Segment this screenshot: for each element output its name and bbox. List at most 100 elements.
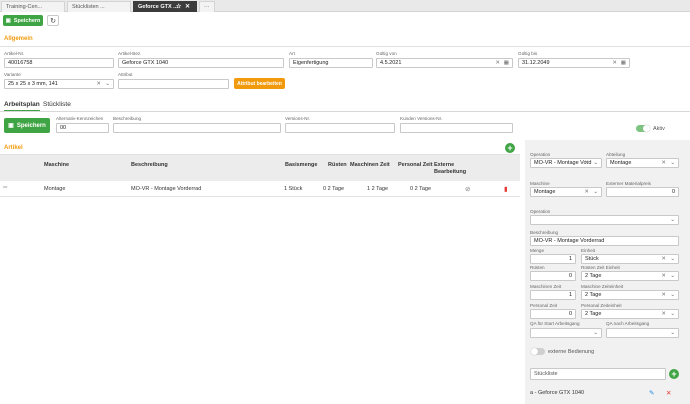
cell-maschinen-zeit: 1 2 Tage [367, 186, 389, 192]
chevron-down-icon[interactable]: ⌄ [670, 255, 675, 263]
clear-icon[interactable]: ✕ [612, 59, 617, 67]
chevron-down-icon[interactable]: ⌄ [670, 310, 675, 318]
clear-icon[interactable]: ✕ [584, 188, 589, 196]
field-value: 40016758 [8, 60, 33, 66]
artikel-nr-label: Artikel-Nr. [4, 51, 25, 56]
calendar-icon[interactable]: ▦ [504, 59, 509, 67]
more-label: ··· [204, 4, 210, 10]
attribut-label: Attribut [118, 72, 133, 77]
clear-icon[interactable]: ✕ [661, 255, 666, 263]
personal-zeiteinheit-select[interactable]: 2 Tage ✕ ⌄ [581, 309, 679, 319]
attribut-bearbeiten-button[interactable]: Attribut bearbeiten [234, 78, 285, 89]
beschreibung-label: Beschreibung [113, 116, 142, 121]
variante-label: Variante [4, 72, 21, 77]
star-icon[interactable]: ☆ [176, 2, 181, 12]
attribut-field[interactable] [118, 79, 229, 89]
versions-nr-field[interactable] [285, 123, 395, 133]
chevron-down-icon[interactable]: ⌄ [593, 159, 598, 167]
drag-handle-icon[interactable]: ═ [3, 185, 7, 191]
tab-training[interactable]: Training-Cen... [1, 1, 65, 12]
field-value: 2 Tage [585, 311, 602, 317]
field-value: 31.12.2049 [522, 60, 550, 66]
chevron-down-icon[interactable]: ⌄ [670, 291, 675, 299]
clear-icon[interactable]: ✕ [661, 291, 666, 299]
clear-icon[interactable]: ✕ [584, 159, 589, 167]
operation-select[interactable]: MO-VR - Montage Vord ✕ ⌄ [530, 158, 602, 168]
qa-start-select[interactable]: ⌄ [530, 328, 602, 338]
clear-icon[interactable]: ✕ [495, 59, 500, 67]
versions-nr-label: Versions-Nr. [285, 116, 311, 121]
personal-zeit-field[interactable]: 0 [530, 309, 576, 319]
toggle-knob [643, 125, 650, 132]
tab-geforce[interactable]: Geforce GTX ... ☆ ✕ [133, 1, 197, 12]
refresh-button[interactable]: ↻ [47, 15, 59, 26]
abteilung-select[interactable]: Montage ✕ ⌄ [606, 158, 679, 168]
art-label: Art [289, 51, 295, 56]
externe-bedienung-label: externe Bedienung [548, 349, 595, 355]
externe-bedienung-toggle[interactable] [531, 348, 545, 355]
operation2-label: Operation [530, 209, 551, 214]
art-field[interactable]: Eigenfertigung [289, 58, 373, 68]
menge-field[interactable]: 1 [530, 254, 576, 264]
ruesten-field[interactable]: 0 [530, 271, 576, 281]
artikel-nr-field[interactable]: 40016758 [4, 58, 114, 68]
refresh-icon: ↻ [50, 17, 56, 25]
clear-icon[interactable]: ✕ [661, 272, 666, 280]
qa-nach-label: QA nach Arbeitsgang [606, 321, 650, 326]
ban-icon[interactable]: ⊘ [465, 185, 470, 193]
chevron-down-icon[interactable]: ⌄ [593, 188, 598, 196]
table-row[interactable] [0, 181, 520, 197]
close-icon[interactable]: ✕ [185, 2, 190, 12]
clear-icon[interactable]: ✕ [661, 310, 666, 318]
col-externe-bearbeitung: Externe Bearbeitung [434, 162, 467, 175]
trash-icon[interactable]: ▮ [504, 185, 508, 193]
chevron-down-icon[interactable]: ⌄ [670, 272, 675, 280]
ruesten-zeit-einheit-select[interactable]: 2 Tage ✕ ⌄ [581, 271, 679, 281]
save-button[interactable]: ▣ Speichern [3, 15, 43, 26]
field-value: Montage [534, 189, 556, 195]
tab-more-button[interactable]: ··· [199, 1, 215, 12]
arbeitsplan-save-button[interactable]: ▣ Speichern [4, 118, 50, 133]
kunden-versions-nr-field[interactable] [400, 123, 513, 133]
tab-stueckliste[interactable]: Stückliste [43, 101, 71, 108]
chevron-down-icon[interactable]: ⌄ [593, 329, 598, 337]
delete-icon[interactable]: ✕ [666, 389, 671, 397]
chevron-down-icon[interactable]: ⌄ [670, 159, 675, 167]
beschreibung-detail-label: Beschreibung [530, 230, 559, 235]
pencil-icon[interactable]: ✎ [649, 389, 654, 397]
einheit-select[interactable]: Stück ✕ ⌄ [581, 254, 679, 264]
artikel-bez-field[interactable]: Geforce GTX 1040 [118, 58, 284, 68]
stueckliste-search-input[interactable]: Stückliste [530, 368, 666, 380]
maschinen-zeit-field[interactable]: 1 [530, 290, 576, 300]
maschine-select[interactable]: Montage ✕ ⌄ [530, 187, 602, 197]
beschreibung-field[interactable] [113, 123, 281, 133]
operation2-select[interactable]: ⌄ [530, 215, 679, 225]
externer-materialpreis-field[interactable]: 0 [606, 187, 679, 197]
beschreibung-detail-field[interactable]: MO-VR - Montage Vorderrad [530, 236, 679, 246]
section-title-artikel: Artikel [4, 145, 23, 151]
divider [0, 46, 690, 47]
aktiv-toggle[interactable] [636, 125, 650, 132]
add-artikel-button[interactable]: + [505, 143, 515, 153]
add-stueckliste-button[interactable]: + [669, 369, 679, 379]
tab-stuecklisten[interactable]: Stücklisten ... [67, 1, 131, 12]
col-maschinen-zeit: Maschinen Zeit [350, 162, 390, 168]
variante-select[interactable]: 25 x 25 x 3 mm, 141 ✕ ⌄ [4, 79, 114, 89]
chevron-down-icon[interactable]: ⌄ [670, 329, 675, 337]
chevron-down-icon[interactable]: ⌄ [105, 80, 110, 88]
save-label: Speichern [13, 17, 41, 24]
chevron-down-icon[interactable]: ⌄ [670, 216, 675, 224]
gueltig-bis-field[interactable]: 31.12.2049 ✕ ▦ [518, 58, 630, 68]
qa-start-label: QA für Start Arbeitsgang [530, 321, 580, 326]
calendar-icon[interactable]: ▦ [621, 59, 626, 67]
ruesten-zeit-einheit-label: Rüsten Zeit Einheit [581, 265, 620, 270]
qa-nach-select[interactable]: ⌄ [606, 328, 679, 338]
alternativ-field[interactable]: 00 [56, 123, 109, 133]
clear-icon[interactable]: ✕ [661, 159, 666, 167]
clear-icon[interactable]: ✕ [96, 80, 101, 88]
kunden-versions-nr-label: Kunden Versions-Nr. [400, 116, 443, 121]
maschine-zeiteinheit-select[interactable]: 2 Tage ✕ ⌄ [581, 290, 679, 300]
cell-beschreibung: MO-VR - Montage Vorderrad [131, 186, 202, 192]
gueltig-von-field[interactable]: 4.5.2021 ✕ ▦ [376, 58, 513, 68]
field-value: 25 x 25 x 3 mm, 141 [8, 81, 58, 87]
